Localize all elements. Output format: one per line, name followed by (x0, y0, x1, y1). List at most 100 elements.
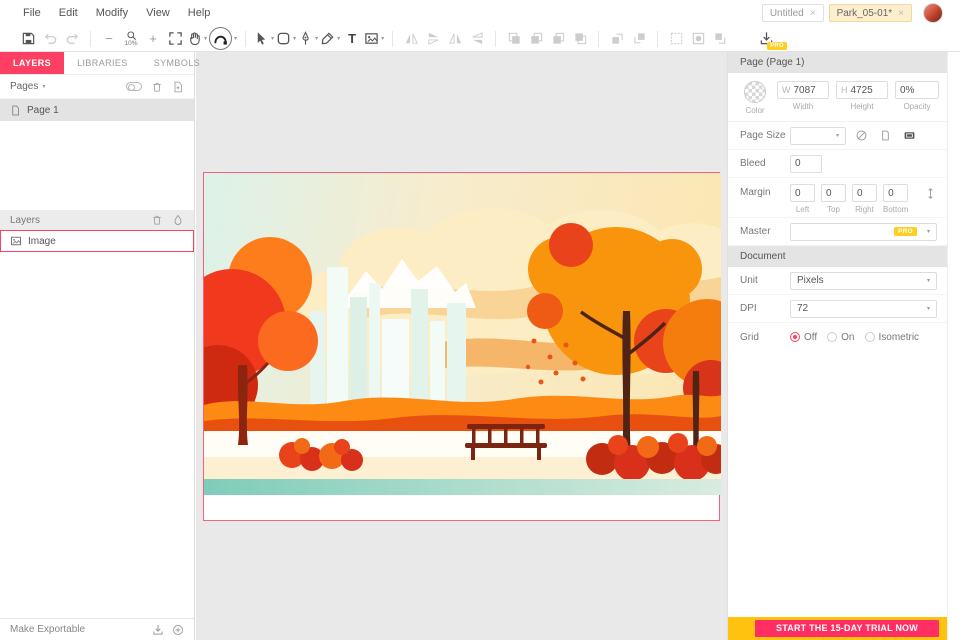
unit-dropdown[interactable]: Pixels ▾ (790, 271, 937, 290)
page-size-dropdown[interactable]: ▾ (790, 126, 846, 145)
radio-icon (864, 332, 875, 342)
unit-label: Unit (740, 275, 758, 286)
document-tab-park[interactable]: Park_05-01* × (828, 4, 912, 22)
margin-left-input[interactable]: 0 (790, 184, 815, 202)
bleed-input[interactable]: 0 (790, 154, 822, 173)
zoom-out-button[interactable]: − (99, 28, 119, 50)
grid-row: Grid Off On Isometric (728, 323, 947, 351)
export-small-icon[interactable] (152, 624, 164, 636)
unit-value: Pixels (797, 275, 824, 286)
page-item-label: Page 1 (27, 104, 59, 116)
master-label: Master (740, 226, 771, 237)
link-margins-icon[interactable] (924, 187, 937, 203)
right-panel: Page (Page 1) Color W 7087 Width H 4725 … (727, 52, 947, 640)
chevron-down-icon: ▾ (926, 278, 930, 284)
user-avatar[interactable] (923, 3, 943, 23)
scrollbar-gutter[interactable] (947, 52, 960, 640)
add-export-icon[interactable] (172, 624, 184, 636)
artboard[interactable] (203, 172, 721, 521)
flip-vertical-button[interactable] (423, 28, 443, 50)
grid-radio-isometric[interactable]: Isometric (864, 331, 920, 343)
grid-isometric-label: Isometric (878, 331, 920, 343)
undo-button[interactable] (40, 28, 60, 50)
canvas-area[interactable] (196, 52, 727, 640)
pages-toggle[interactable] (126, 82, 142, 91)
layers-label: Layers (10, 214, 41, 226)
union-button[interactable] (504, 28, 524, 50)
page-color-swatch[interactable] (744, 81, 766, 103)
height-value: 4725 (850, 84, 873, 96)
grid-off-label: Off (804, 331, 818, 343)
redo-button[interactable] (62, 28, 82, 50)
margin-right-label: Right (855, 205, 874, 214)
orientation-landscape-button[interactable] (900, 127, 918, 144)
menu-help[interactable]: Help (179, 7, 220, 19)
fit-screen-button[interactable] (165, 28, 185, 50)
app-window: File Edit Modify View Help Untitled × Pa… (0, 0, 960, 640)
park-illustration (204, 173, 721, 495)
grid-radio-on[interactable]: On (827, 332, 855, 343)
menu-edit[interactable]: Edit (50, 7, 87, 19)
zoom-level[interactable]: 10% (121, 28, 141, 50)
layer-item-image[interactable]: Image (0, 230, 194, 252)
page-opacity-input[interactable]: 0% (895, 81, 939, 99)
color-label: Color (745, 106, 765, 115)
text-tool-button[interactable]: T (342, 28, 362, 50)
image-tool-button[interactable]: ▾ (364, 28, 384, 50)
pen-tool-button[interactable]: ▾ (298, 28, 318, 50)
menu-modify[interactable]: Modify (87, 7, 137, 19)
margin-row: Margin 0 Left 0 Top 0 Right 0 Bottom (728, 178, 947, 218)
orientation-none-button[interactable] (852, 127, 870, 144)
height-label: Height (850, 102, 874, 111)
page-list-item[interactable]: Page 1 (0, 99, 194, 121)
margin-bottom-label: Bottom (883, 205, 909, 214)
margin-right-input[interactable]: 0 (852, 184, 877, 202)
exclude-button[interactable] (570, 28, 590, 50)
align-top-button[interactable] (467, 28, 487, 50)
tab-layers[interactable]: LAYERS (0, 52, 65, 74)
toolbar-separator (392, 30, 394, 47)
close-icon[interactable]: × (898, 8, 904, 19)
borders-button[interactable] (666, 28, 686, 50)
pointer-tool-button[interactable]: ▾ (254, 28, 274, 50)
document-tab-label: Untitled (769, 7, 804, 19)
grid-radio-off[interactable]: Off (790, 332, 817, 343)
master-dropdown[interactable]: PRO ▾ (790, 222, 937, 241)
start-trial-button[interactable]: START THE 15-DAY TRIAL NOW (755, 620, 939, 637)
subtract-button[interactable] (526, 28, 546, 50)
group-button[interactable] (710, 28, 730, 50)
freehand-tool-button[interactable]: ▾ (209, 27, 237, 50)
close-icon[interactable]: × (810, 8, 816, 19)
margin-bottom-input[interactable]: 0 (883, 184, 909, 202)
page-width-input[interactable]: W 7087 (777, 81, 829, 99)
menu-view[interactable]: View (137, 7, 179, 19)
bleed-value: 0 (795, 158, 801, 169)
tab-libraries[interactable]: LIBRARIES (64, 52, 141, 74)
send-backward-button[interactable] (629, 28, 649, 50)
chevron-down-icon: ▾ (926, 229, 930, 235)
trash-icon[interactable] (151, 214, 163, 226)
export-button[interactable]: PRO (756, 28, 787, 50)
page-height-input[interactable]: H 4725 (836, 81, 888, 99)
mask-button[interactable] (688, 28, 708, 50)
align-left-button[interactable] (445, 28, 465, 50)
margin-top-input[interactable]: 0 (821, 184, 846, 202)
document-tab-label: Park_05-01* (836, 7, 893, 19)
save-button[interactable] (18, 28, 38, 50)
style-icon[interactable] (172, 214, 184, 226)
pan-tool-button[interactable]: ▾ (187, 28, 207, 50)
marker-tool-button[interactable]: ▾ (320, 28, 340, 50)
menu-file[interactable]: File (14, 7, 50, 19)
trash-icon[interactable] (151, 81, 163, 93)
dpi-dropdown[interactable]: 72 ▾ (790, 299, 937, 318)
pages-label[interactable]: Pages (10, 81, 38, 92)
shape-tool-button[interactable]: ▾ (276, 28, 296, 50)
add-page-icon[interactable] (172, 81, 184, 93)
document-tab-untitled[interactable]: Untitled × (761, 4, 824, 22)
orientation-portrait-button[interactable] (876, 127, 894, 144)
tab-symbols[interactable]: SYMBOLS (141, 52, 213, 74)
zoom-in-button[interactable]: + (143, 28, 163, 50)
bring-forward-button[interactable] (607, 28, 627, 50)
intersect-button[interactable] (548, 28, 568, 50)
flip-horizontal-button[interactable] (401, 28, 421, 50)
